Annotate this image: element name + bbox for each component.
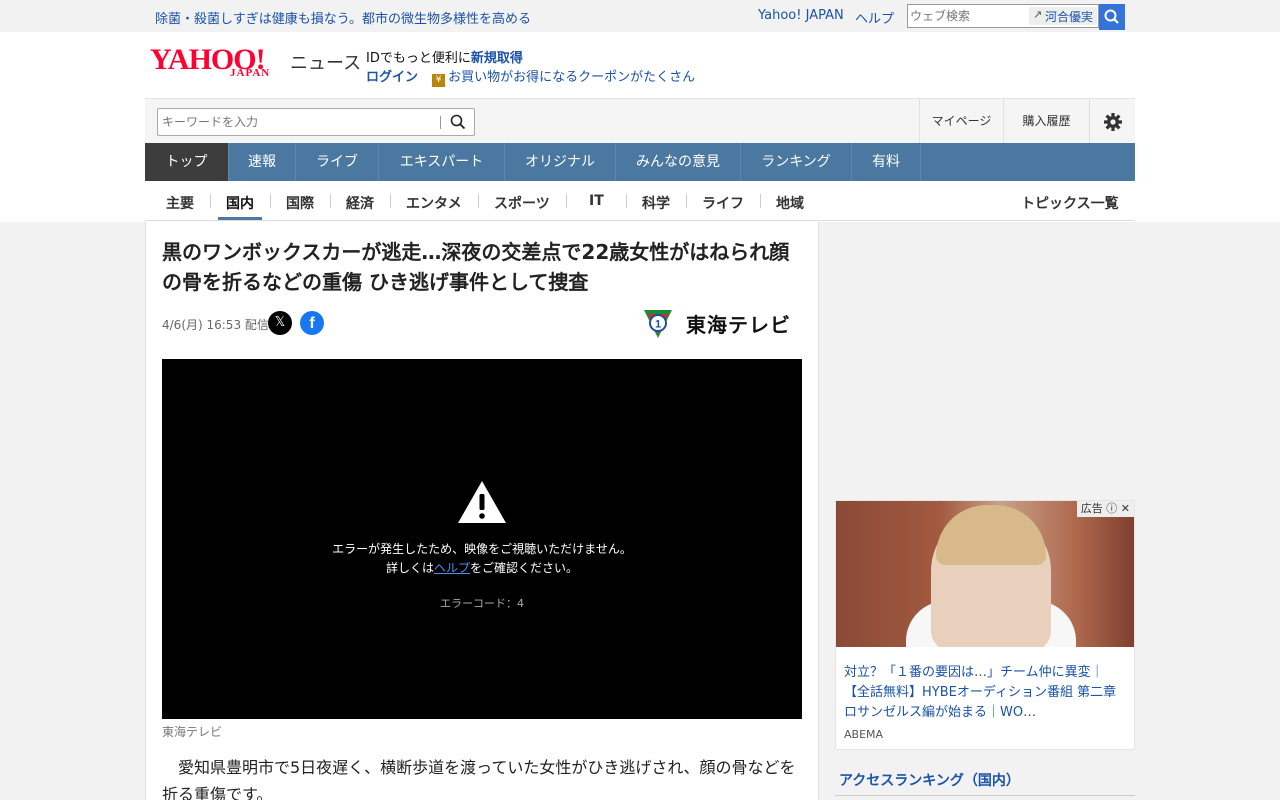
- active-category-indicator: [218, 217, 262, 220]
- ranking-title[interactable]: アクセスランキング（国内）: [839, 770, 1020, 790]
- article-body: 愛知県豊明市で5日夜遅く、横断歩道を渡っていた女性がひき逃げされ、顔の骨などを折…: [162, 758, 796, 800]
- id-promo: IDでもっと便利に新規取得: [366, 47, 523, 66]
- category-international[interactable]: 国際: [286, 193, 314, 213]
- video-caption: 東海テレビ: [162, 725, 223, 739]
- ranking-divider: [835, 795, 1135, 796]
- ad-label-text: 広告: [1080, 502, 1103, 515]
- category-divider: [478, 194, 479, 208]
- category-divider: [270, 194, 271, 208]
- help-link[interactable]: ヘルプ: [855, 8, 894, 27]
- video-error-help: 詳しくはヘルプをご確認ください。: [162, 559, 802, 576]
- article: 黒のワンボックスカーが逃走…深夜の交差点で22歳女性がはねられ顔の骨を折るなどの…: [145, 222, 819, 800]
- promo-link[interactable]: 除菌・殺菌しすぎは健康も損なう。都市の微生物多様性を高める: [155, 8, 531, 27]
- settings-button[interactable]: [1089, 99, 1135, 144]
- yahoo-news-logo[interactable]: YAHOO! JAPAN: [150, 45, 269, 80]
- video-error-help-prefix: 詳しくは: [385, 561, 434, 575]
- category-entertainment[interactable]: エンタメ: [406, 193, 462, 213]
- ad-label[interactable]: 広告 ⓘ ✕: [1076, 501, 1134, 517]
- trend-word: 河合優実: [1045, 10, 1094, 24]
- ad-sponsor: ABEMA: [844, 728, 884, 741]
- category-divider: [566, 194, 567, 208]
- coupon-link[interactable]: お買い物がお得になるクーポンがたくさん: [448, 70, 695, 85]
- category-divider: [210, 194, 211, 208]
- source-name: 東海テレビ: [686, 313, 791, 337]
- login-link[interactable]: ログイン: [366, 70, 418, 85]
- info-icon[interactable]: ⓘ: [1106, 502, 1117, 515]
- purchase-history-link[interactable]: 購入履歴: [1003, 99, 1089, 144]
- tab-breaking[interactable]: 速報: [229, 143, 296, 181]
- trend-arrow-icon: ↗: [1033, 8, 1043, 21]
- category-region[interactable]: 地域: [776, 193, 804, 213]
- facebook-icon: f: [309, 315, 315, 332]
- tab-opinions[interactable]: みんなの意見: [616, 143, 741, 181]
- video-error-code: エラーコード：4: [440, 597, 524, 610]
- topics-list-link[interactable]: トピックス一覧: [1021, 193, 1119, 213]
- tab-ranking[interactable]: ランキング: [741, 143, 852, 181]
- category-it[interactable]: IT: [589, 193, 604, 209]
- tab-top[interactable]: トップ: [145, 143, 229, 181]
- gear-icon: [1103, 112, 1122, 131]
- ad-title[interactable]: 対立？「１番の要因は…」チーム仲に異変｜【全話無料】HYBEオーディション番組 …: [844, 663, 1128, 723]
- login-row: ログイン ¥ お買い物がお得になるクーポンがたくさん: [366, 66, 695, 87]
- category-main[interactable]: 主要: [166, 193, 194, 213]
- tab-live[interactable]: ライブ: [296, 143, 379, 181]
- yahoo-japan-link[interactable]: Yahoo! JAPAN: [758, 8, 844, 23]
- x-icon: 𝕏: [274, 315, 286, 330]
- video-help-link[interactable]: ヘルプ: [434, 561, 470, 575]
- main-nav: トップ 速報 ライブ エキスパート オリジナル みんなの意見 ランキング 有料: [145, 143, 1135, 181]
- category-life[interactable]: ライフ: [702, 193, 744, 213]
- web-search-input[interactable]: [910, 8, 1028, 24]
- category-divider: [760, 194, 761, 208]
- category-divider: [626, 194, 627, 208]
- category-domestic[interactable]: 国内: [226, 193, 254, 213]
- category-economy[interactable]: 経済: [346, 193, 374, 213]
- id-promo-text: IDでもっと便利に: [366, 51, 471, 66]
- source-logo[interactable]: 1 東海テレビ: [640, 306, 800, 342]
- video-error-help-suffix: をご確認ください。: [470, 561, 579, 575]
- svg-text:1: 1: [655, 319, 661, 331]
- tokai-tv-mark-icon: 1: [644, 310, 672, 338]
- ad-card[interactable]: 広告 ⓘ ✕ 対立？「１番の要因は…」チーム仲に異変｜【全話無料】HYBEオーデ…: [835, 500, 1135, 750]
- ad-image[interactable]: [836, 501, 1134, 647]
- video-player[interactable]: エラーが発生したため、映像をご視聴いただけません。 詳しくはヘルプをご確認くださ…: [162, 359, 802, 719]
- warning-icon: [458, 481, 506, 523]
- keyword-search-input[interactable]: [162, 115, 432, 129]
- search-icon[interactable]: [450, 114, 466, 130]
- trend-word-button[interactable]: ↗ 河合優実: [1029, 7, 1098, 25]
- tab-original[interactable]: オリジナル: [505, 143, 616, 181]
- search-icon: [1104, 9, 1119, 24]
- search-divider: [440, 116, 441, 129]
- category-sports[interactable]: スポーツ: [494, 193, 550, 213]
- signup-link[interactable]: 新規取得: [471, 51, 523, 66]
- publish-date: 4/6(月) 16:53 配信: [162, 318, 269, 332]
- top-bar: 除菌・殺菌しすぎは健康も損なう。都市の微生物多様性を高める Yahoo! JAP…: [0, 0, 1280, 32]
- search-row: マイページ 購入履歴: [145, 98, 1135, 144]
- ad-image-hair: [936, 505, 1046, 565]
- category-divider: [686, 194, 687, 208]
- tab-paid[interactable]: 有料: [852, 143, 921, 181]
- category-divider: [390, 194, 391, 208]
- keyword-search-box: [157, 108, 475, 136]
- share-x-button[interactable]: 𝕏: [268, 311, 292, 335]
- category-divider: [330, 194, 331, 208]
- close-icon[interactable]: ✕: [1121, 502, 1130, 515]
- category-nav: 主要 国内 国際 経済 エンタメ スポーツ IT 科学 ライフ 地域 トピックス…: [145, 181, 1135, 221]
- logo-news-text[interactable]: ニュース: [290, 49, 361, 75]
- share-facebook-button[interactable]: f: [300, 311, 324, 335]
- mypage-link[interactable]: マイページ: [919, 99, 1003, 144]
- coupon-icon: ¥: [432, 74, 446, 87]
- web-search-box: ↗ 河合優実: [907, 4, 1099, 28]
- video-error-message: エラーが発生したため、映像をご視聴いただけません。: [332, 542, 632, 556]
- logo-japan-text: JAPAN: [230, 67, 271, 79]
- web-search-button[interactable]: [1099, 4, 1125, 30]
- tab-expert[interactable]: エキスパート: [379, 143, 505, 181]
- article-title: 黒のワンボックスカーが逃走…深夜の交差点で22歳女性がはねられ顔の骨を折るなどの…: [162, 240, 790, 294]
- category-science[interactable]: 科学: [642, 193, 670, 213]
